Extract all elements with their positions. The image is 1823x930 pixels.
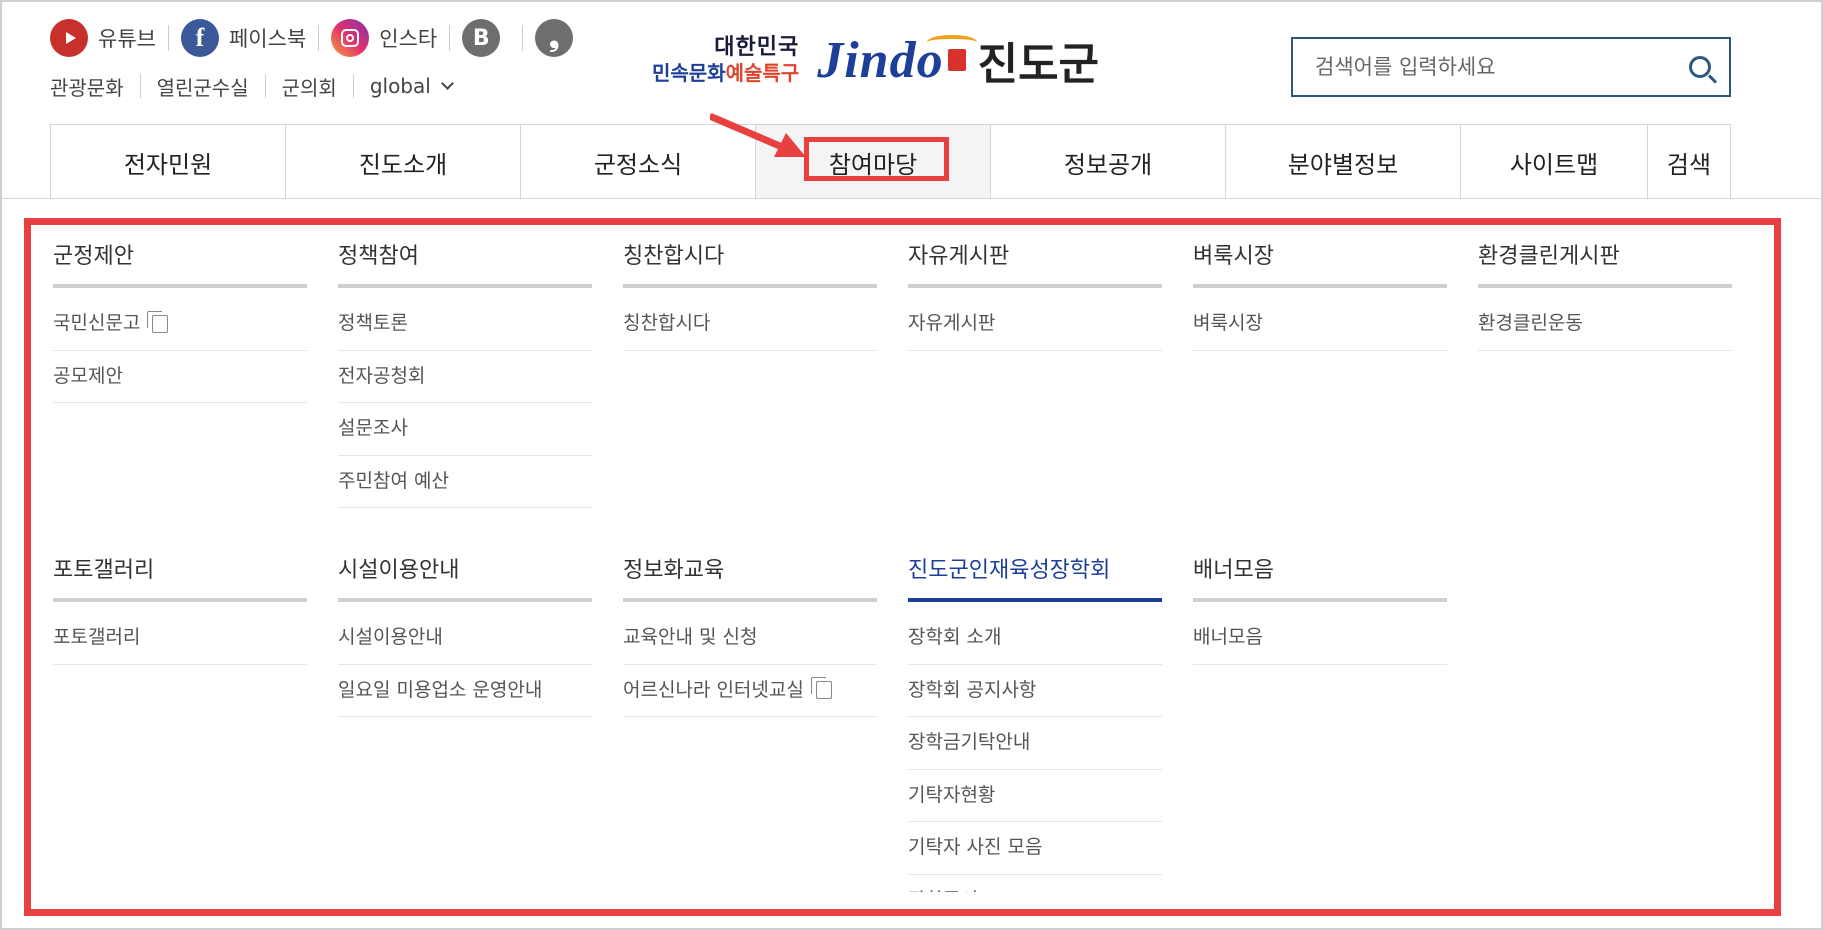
gnb-item-search[interactable]: 검색 <box>1648 125 1730 199</box>
kakao-link[interactable]: ❟ <box>535 19 595 57</box>
nav-divider <box>0 198 1823 199</box>
gnb-item-sitemap[interactable]: 사이트맵 <box>1461 125 1648 199</box>
global-label: global <box>369 74 431 98</box>
blog-link[interactable]: B <box>462 19 524 57</box>
slogan-bottom-b: 예술특구 <box>725 61 800 85</box>
logo-swoosh <box>927 34 978 49</box>
logo-badge-icon <box>947 49 966 71</box>
slogan-bottom: 민속문화예술특구 <box>652 63 799 83</box>
facebook-icon: f <box>180 19 219 57</box>
logo-brand: Jindo <box>817 31 978 90</box>
chevron-down-icon <box>440 76 454 90</box>
youtube-label: 유튜브 <box>98 27 156 51</box>
util-link-tourism[interactable]: 관광문화 <box>50 74 141 100</box>
annotation-highlight-box <box>804 137 949 181</box>
instagram-label: 인스타 <box>379 27 438 51</box>
utility-nav: 관광문화 열린군수실 군의회 global <box>50 74 468 100</box>
gnb-item-intro[interactable]: 진도소개 <box>286 125 521 199</box>
gnb-item-info-disclosure[interactable]: 정보공개 <box>991 125 1226 199</box>
annotation-arrow-icon <box>710 113 806 157</box>
kakao-icon: ❟ <box>535 19 574 57</box>
global-dropdown[interactable]: global <box>354 74 468 98</box>
youtube-icon <box>50 19 88 57</box>
slogan-bottom-a: 민속문화 <box>652 61 726 85</box>
util-link-mayor-office[interactable]: 열린군수실 <box>141 74 266 100</box>
youtube-link[interactable]: 유튜브 <box>50 19 169 57</box>
slogan-top: 대한민국 <box>714 35 800 60</box>
gnb-item-civil-service[interactable]: 전자민원 <box>51 125 286 199</box>
social-links: 유튜브 f 페이스북 인스타 B ❟ <box>50 18 607 58</box>
logo-name: 진도군 <box>977 39 1100 90</box>
gnb-item-field-info[interactable]: 분야별정보 <box>1226 125 1461 199</box>
search-box <box>1291 37 1731 97</box>
facebook-label: 페이스북 <box>228 27 307 51</box>
instagram-icon <box>331 19 370 57</box>
logo-brand-text: Jindo <box>817 31 944 89</box>
blog-icon: B <box>462 19 501 57</box>
search-input[interactable] <box>1315 55 1689 79</box>
facebook-link[interactable]: f 페이스북 <box>180 19 320 57</box>
annotation-panel-box <box>24 218 1781 916</box>
instagram-link[interactable]: 인스타 <box>331 19 451 57</box>
site-logo[interactable]: 대한민국 민속문화예술특구 Jindo 진도군 <box>652 30 1100 91</box>
search-icon[interactable] <box>1689 56 1711 78</box>
logo-slogan: 대한민국 민속문화예술특구 <box>652 35 800 84</box>
util-link-council[interactable]: 군의회 <box>266 74 354 100</box>
